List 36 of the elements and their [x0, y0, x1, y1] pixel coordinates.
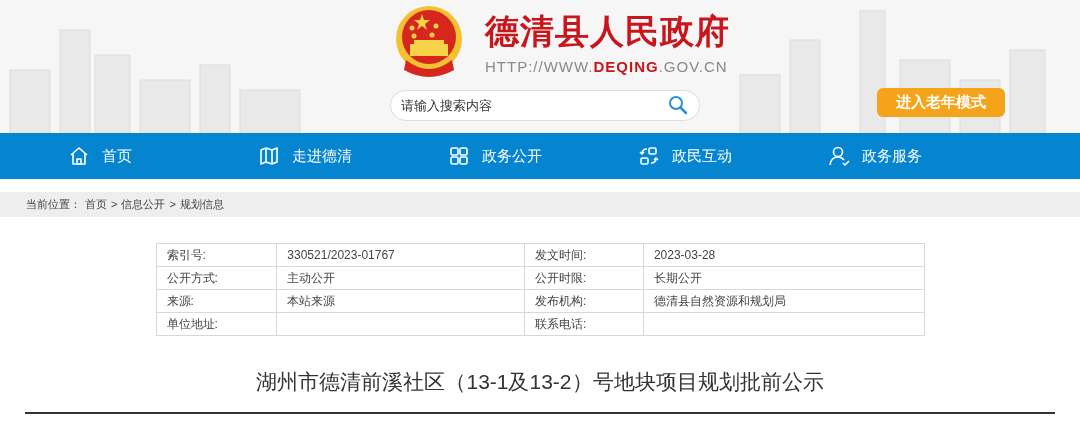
grid-icon	[448, 145, 470, 167]
nav-item[interactable]: 政务公开	[448, 144, 638, 168]
field-label: 发文时间:	[524, 243, 644, 267]
field-label: 发布机构:	[524, 289, 644, 313]
nav-item[interactable]: 政务服务	[828, 144, 1018, 168]
field-label: 公开时限:	[524, 266, 644, 290]
home-icon	[68, 145, 90, 167]
elder-mode-button[interactable]: 进入老年模式	[877, 88, 1005, 117]
exchange-icon	[638, 145, 660, 167]
breadcrumb-separator: >	[169, 197, 176, 213]
nav-item[interactable]: 首页	[68, 144, 258, 168]
breadcrumb-separator: >	[111, 197, 118, 213]
breadcrumb-link[interactable]: 信息公开	[121, 196, 166, 213]
user-icon	[828, 145, 850, 167]
field-label: 来源:	[156, 289, 277, 313]
field-label: 单位地址:	[156, 312, 277, 336]
search-icon[interactable]	[668, 95, 688, 115]
search-field[interactable]: 请输入搜索内容	[390, 90, 700, 121]
field-value: 长期公开	[643, 266, 924, 290]
field-value: 2023-03-28	[643, 243, 924, 267]
field-label: 索引号:	[156, 243, 277, 267]
field-label: 公开方式:	[156, 266, 277, 290]
nav-item[interactable]: 政民互动	[638, 144, 828, 168]
field-value: 主动公开	[276, 266, 525, 290]
field-value: 本站来源	[276, 289, 525, 313]
breadcrumb-link[interactable]: 首页	[85, 196, 107, 213]
site-title: 德清县人民政府	[485, 11, 730, 52]
article-title: 湖州市德清前溪社区（13-1及13-2）号地块项目规划批前公示	[255, 369, 825, 395]
field-value: 330521/2023-01767	[276, 243, 525, 267]
breadcrumb-label: 当前位置：	[26, 197, 81, 213]
breadcrumb-link[interactable]: 规划信息	[179, 196, 224, 213]
field-label: 联系电话:	[524, 312, 644, 336]
field-value: 德清县自然资源和规划局	[643, 289, 924, 313]
site-url: HTTP://WWW.DEQING.GOV.CN	[485, 57, 729, 77]
map-icon	[258, 145, 280, 167]
nav-item[interactable]: 走进德清	[258, 144, 448, 168]
